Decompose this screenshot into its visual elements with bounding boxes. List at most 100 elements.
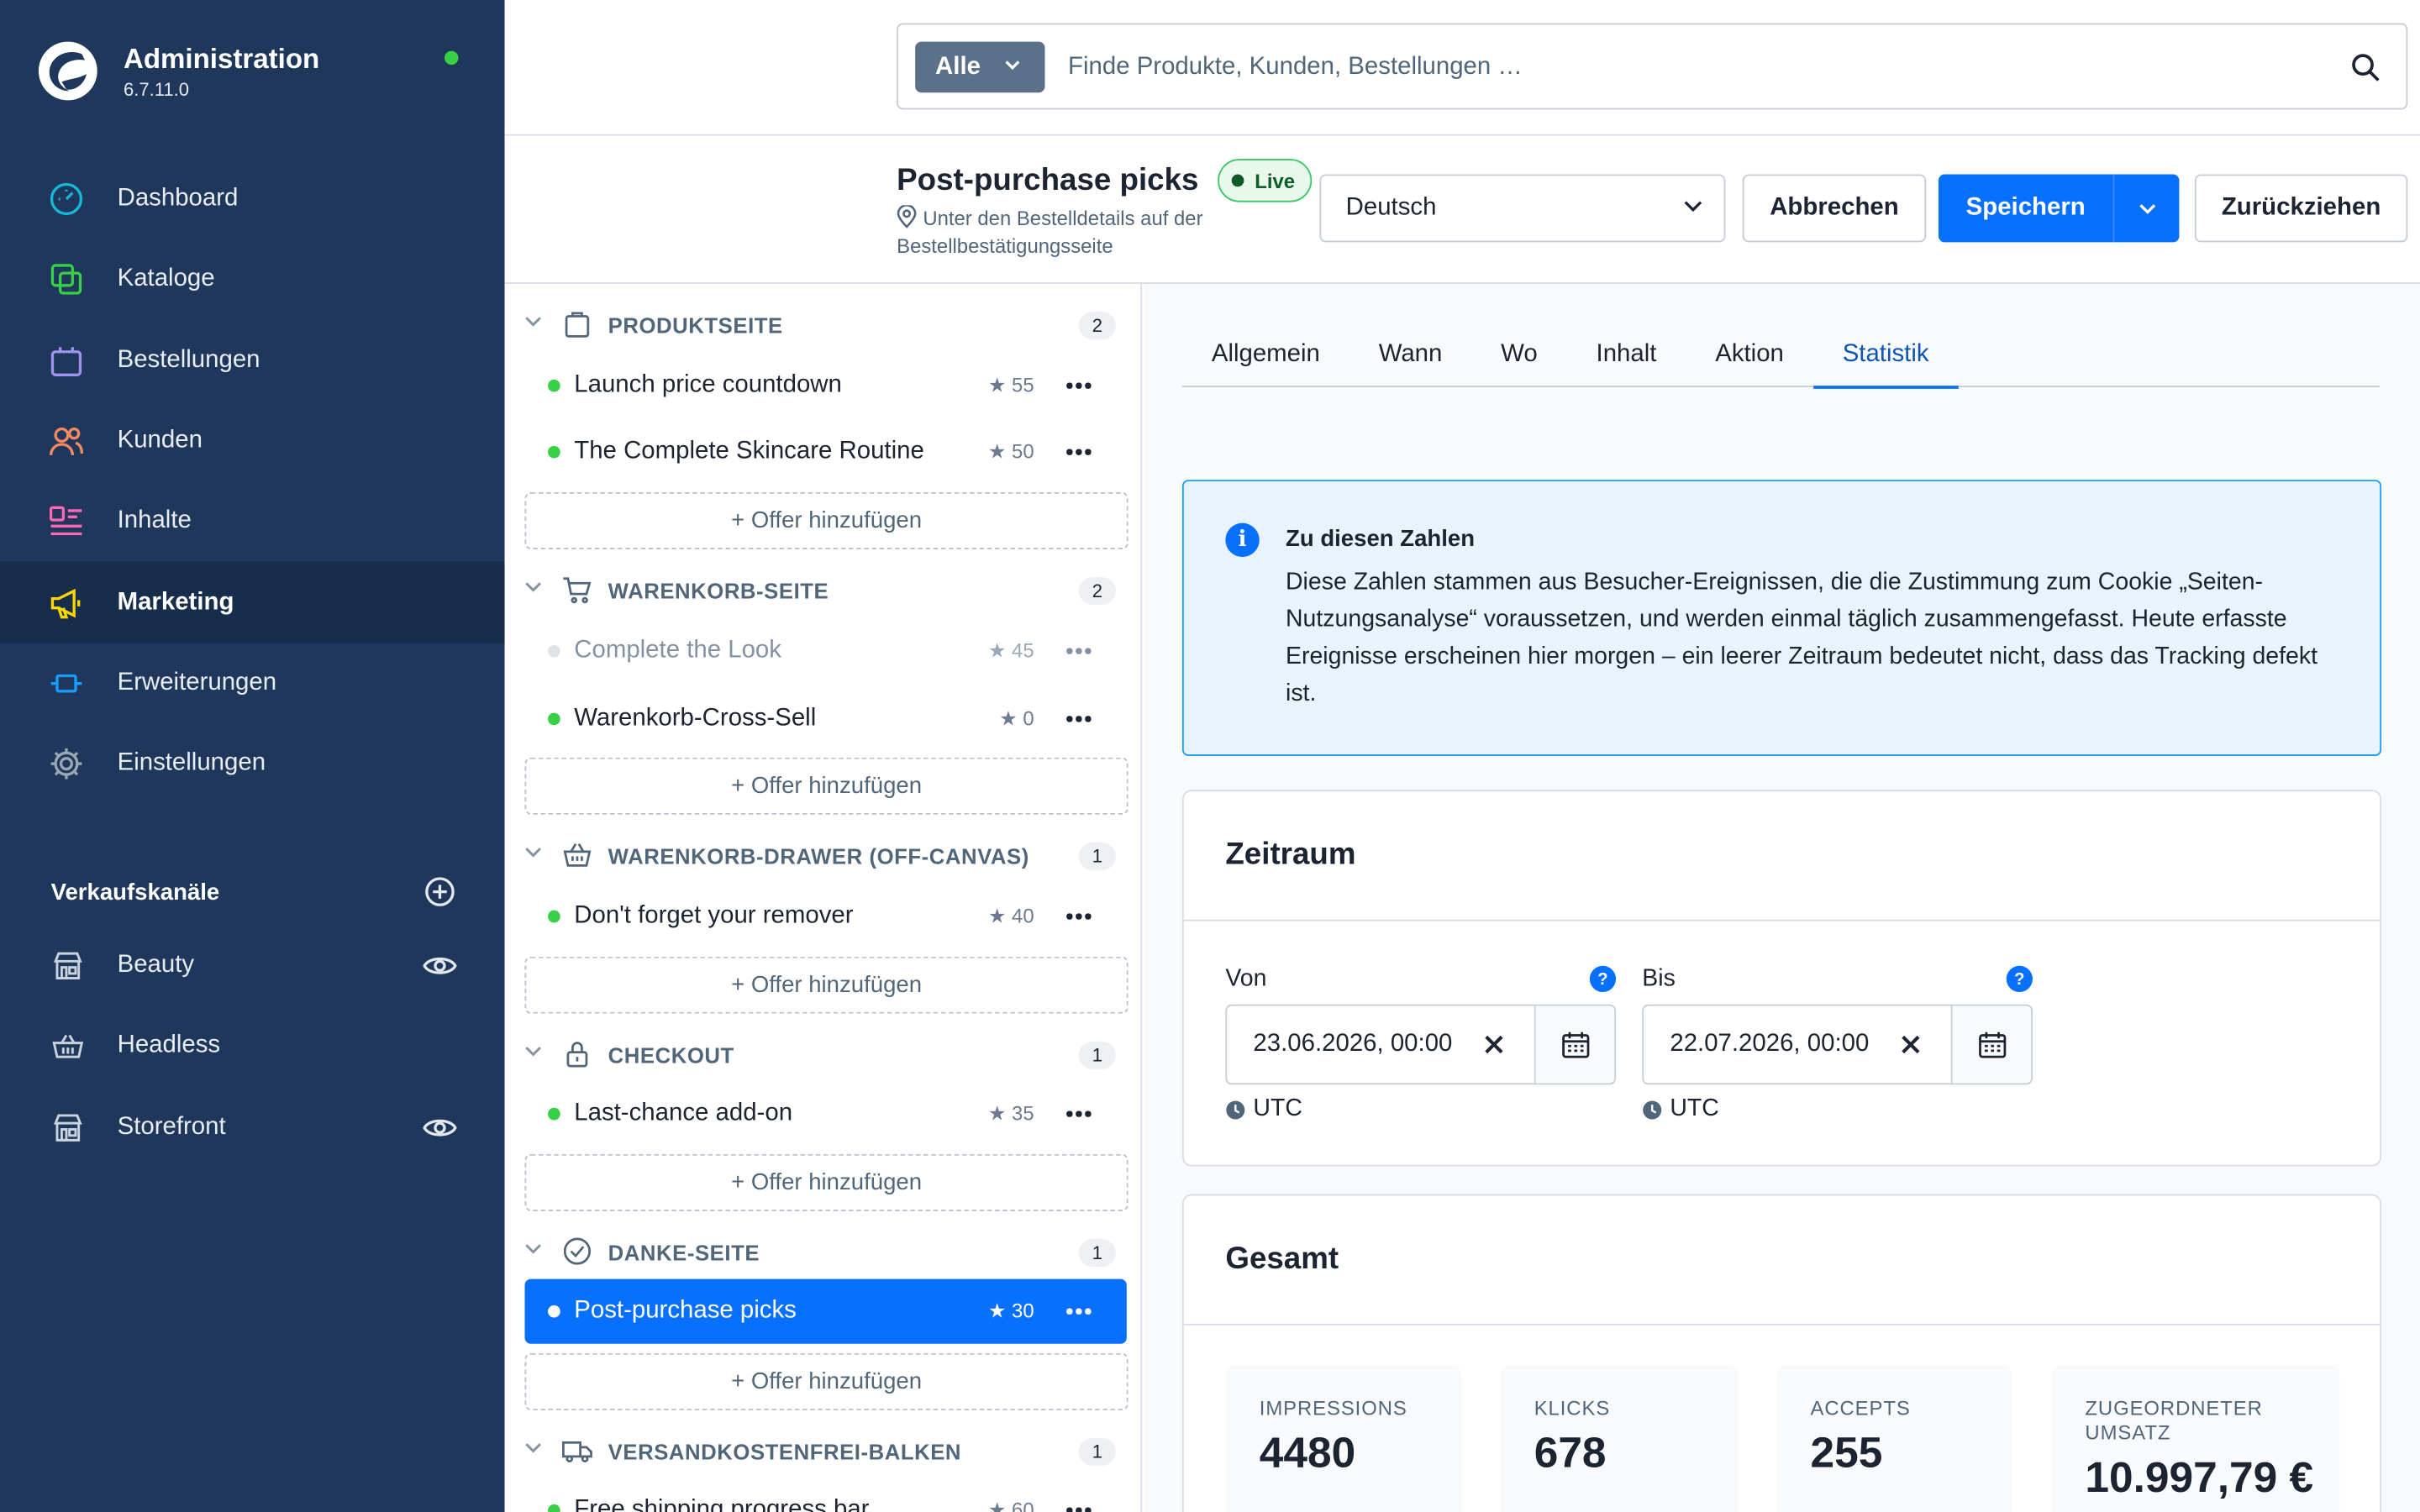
nav-item-einstellungen[interactable]: Einstellungen	[0, 724, 505, 805]
eye-icon[interactable]	[423, 952, 457, 979]
stat-value: 255	[1810, 1428, 1883, 1477]
chevron-down-icon[interactable]	[524, 1046, 541, 1057]
sales-channel-beauty[interactable]: Beauty	[0, 926, 505, 1006]
tab-inhalt[interactable]: Inhalt	[1567, 323, 1686, 387]
group-header-produktseite[interactable]: PRODUKTSEITE 2	[505, 293, 1141, 354]
group-header-danke-seite[interactable]: DANKE-SEITE 1	[505, 1221, 1141, 1282]
chevron-down-icon[interactable]	[524, 847, 541, 858]
search-type-select[interactable]: Alle	[915, 41, 1045, 93]
search-input[interactable]	[1068, 43, 2303, 93]
clear-icon[interactable]	[1896, 1029, 1927, 1060]
more-options-icon[interactable]	[1064, 1099, 1095, 1130]
offer-name: Complete the Look	[574, 637, 781, 664]
save-options-button[interactable]	[2112, 174, 2180, 243]
status-dot	[1231, 174, 1244, 187]
brand: Administration 6.7.11.0	[37, 40, 469, 108]
language-value: Deutsch	[1345, 194, 1437, 221]
nav-label: Erweiterungen	[117, 669, 277, 696]
stat-clicks: KLICKS 678	[1500, 1365, 1739, 1512]
offer-item[interactable]: Warenkorb-Cross-Sell ★ 0	[524, 686, 1126, 751]
from-date-value: 23.06.2026, 00:00	[1253, 1030, 1453, 1058]
more-options-icon[interactable]	[1064, 370, 1095, 402]
page-subtitle-text: Unter den Bestelldetails auf der Bestell…	[897, 207, 1203, 258]
withdraw-button[interactable]: Zurückziehen	[2194, 174, 2408, 243]
sidebar: Administration 6.7.11.0 Dashboard Katalo…	[0, 0, 505, 1512]
group-title: CHECKOUT	[608, 1042, 734, 1068]
offer-item[interactable]: Complete the Look ★ 45	[524, 619, 1126, 684]
group-header-versandkostenfrei-balken[interactable]: VERSANDKOSTENFREI-BALKEN 1	[505, 1420, 1141, 1481]
nav-item-inhalte[interactable]: Inhalte	[0, 481, 505, 562]
nav-item-bestellungen[interactable]: Bestellungen	[0, 320, 505, 401]
offer-item[interactable]: Launch price countdown ★ 55	[524, 354, 1126, 418]
offer-item[interactable]: Free shipping progress bar ★ 60	[524, 1478, 1126, 1512]
tab-aktion[interactable]: Aktion	[1686, 323, 1812, 387]
tab-allgemein[interactable]: Allgemein	[1182, 323, 1349, 387]
group-count-badge: 2	[1078, 576, 1116, 606]
sales-channel-label: Beauty	[117, 952, 195, 979]
calendar-button[interactable]	[1534, 1005, 1615, 1084]
tab-wann[interactable]: Wann	[1349, 323, 1471, 387]
active-status-dot	[548, 379, 560, 392]
calendar-button[interactable]	[1950, 1005, 2032, 1084]
add-offer-button[interactable]: + Offer hinzufügen	[524, 757, 1128, 815]
offer-item-selected[interactable]: Post-purchase picks ★ 30	[524, 1278, 1127, 1344]
nav-item-dashboard[interactable]: Dashboard	[0, 159, 505, 239]
offer-name: Post-purchase picks	[574, 1297, 797, 1324]
more-options-icon[interactable]	[1064, 901, 1095, 932]
timezone-label: UTC	[1670, 1095, 1719, 1122]
help-icon[interactable]: ?	[1589, 965, 1617, 993]
add-offer-button[interactable]: + Offer hinzufügen	[524, 956, 1128, 1014]
cancel-button[interactable]: Abbrechen	[1742, 174, 1927, 243]
to-date-input[interactable]: 22.07.2026, 00:00	[1642, 1004, 2033, 1085]
group-header-warenkorb-seite[interactable]: WARENKORB-SEITE 2	[505, 559, 1141, 620]
tab-statistik[interactable]: Statistik	[1812, 323, 1959, 389]
tab-wo[interactable]: Wo	[1471, 323, 1566, 387]
extensions-icon	[48, 664, 85, 701]
from-date-input[interactable]: 23.06.2026, 00:00	[1225, 1004, 1617, 1085]
search-icon[interactable]	[2350, 52, 2381, 83]
active-status-dot	[548, 1305, 560, 1318]
more-options-icon[interactable]	[1064, 1296, 1095, 1327]
more-options-icon[interactable]	[1064, 437, 1095, 468]
nav-label: Kataloge	[117, 265, 215, 292]
sales-channel-list: Beauty Headless Storefront	[0, 926, 505, 1168]
eye-icon[interactable]	[423, 1113, 457, 1141]
offer-priority: ★ 60	[987, 1498, 1034, 1512]
chevron-down-icon[interactable]	[524, 1243, 541, 1254]
headless-icon	[50, 1028, 87, 1065]
add-sales-channel-icon[interactable]	[424, 876, 455, 907]
add-offer-button[interactable]: + Offer hinzufügen	[524, 1352, 1128, 1410]
language-select[interactable]: Deutsch	[1319, 174, 1726, 243]
shopware-logo-icon[interactable]	[37, 40, 98, 102]
help-icon[interactable]: ?	[2006, 965, 2033, 993]
offer-item[interactable]: The Complete Skincare Routine ★ 50	[524, 420, 1126, 485]
chevron-down-icon[interactable]	[524, 581, 541, 592]
group-header-checkout[interactable]: CHECKOUT 1	[505, 1023, 1141, 1084]
sales-channel-storefront[interactable]: Storefront	[0, 1087, 505, 1168]
nav-item-marketing[interactable]: Marketing	[0, 562, 505, 643]
add-offer-button[interactable]: + Offer hinzufügen	[524, 1153, 1128, 1211]
offer-name: Don't forget your remover	[574, 902, 854, 929]
storefront-icon	[50, 948, 87, 984]
nav-item-kataloge[interactable]: Kataloge	[0, 239, 505, 320]
clear-icon[interactable]	[1479, 1029, 1510, 1060]
active-status-dot	[548, 1107, 560, 1121]
nav-label: Marketing	[117, 588, 234, 616]
nav-item-kunden[interactable]: Kunden	[0, 401, 505, 481]
offer-item[interactable]: Last-chance add-on ★ 35	[524, 1082, 1126, 1147]
offer-item[interactable]: Don't forget your remover ★ 40	[524, 884, 1126, 948]
more-options-icon[interactable]	[1064, 1495, 1095, 1512]
nav-item-erweiterungen[interactable]: Erweiterungen	[0, 643, 505, 724]
storefront-icon	[50, 1109, 87, 1146]
group-count-badge: 1	[1078, 1238, 1116, 1267]
add-offer-button[interactable]: + Offer hinzufügen	[524, 491, 1128, 549]
chevron-down-icon[interactable]	[524, 317, 541, 328]
more-options-icon[interactable]	[1064, 636, 1095, 667]
chevron-down-icon[interactable]	[524, 1442, 541, 1453]
save-button[interactable]: Speichern	[1938, 174, 2113, 243]
nav-label: Bestellungen	[117, 346, 260, 374]
sales-channel-headless[interactable]: Headless	[0, 1006, 505, 1087]
group-header-warenkorb-drawer[interactable]: WARENKORB-DRAWER (OFF-CANVAS) 1	[505, 824, 1141, 885]
page-header: Post-purchase picks Live Unter den Beste…	[504, 135, 2420, 284]
more-options-icon[interactable]	[1064, 704, 1095, 735]
